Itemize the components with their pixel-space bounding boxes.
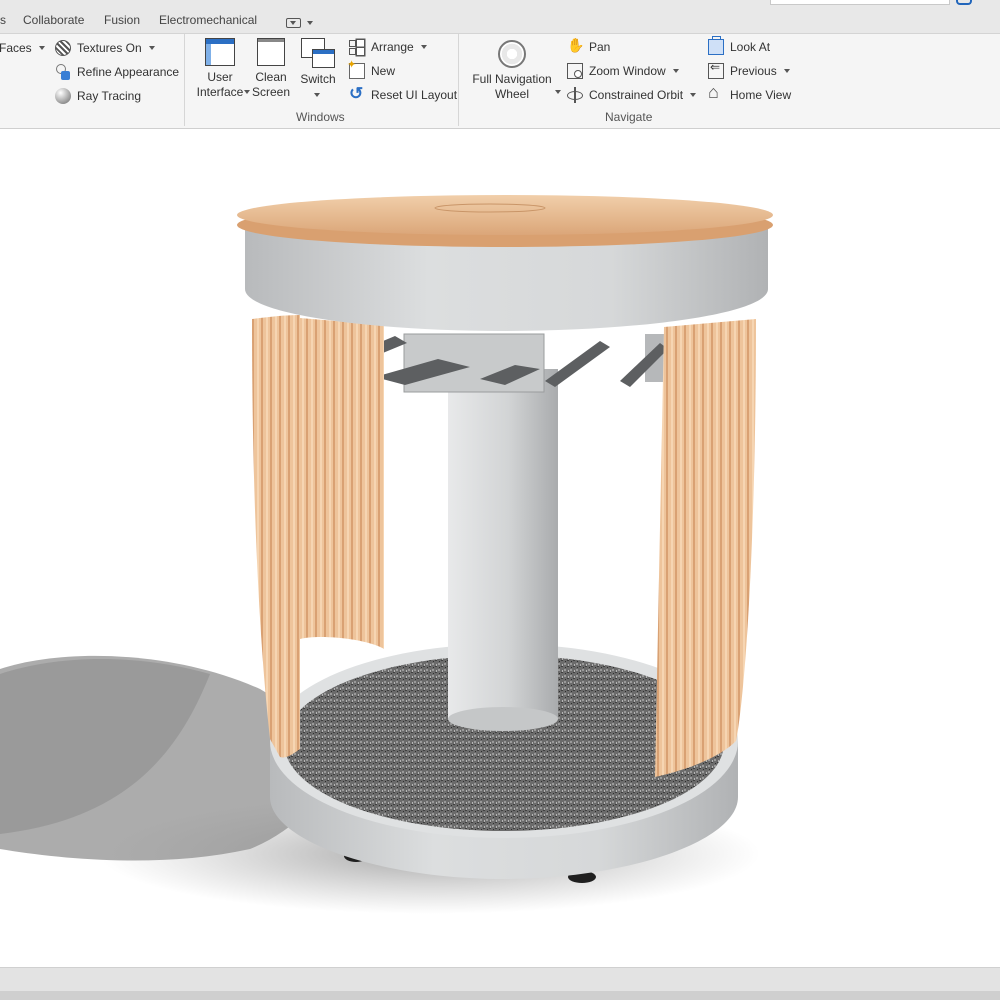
clean-screen-label-2: Screen xyxy=(251,85,291,99)
search-input[interactable] xyxy=(770,0,950,5)
look-at-icon xyxy=(708,36,724,55)
textures-icon xyxy=(55,40,71,56)
chevron-down-icon xyxy=(314,93,320,97)
previous-view-label: Previous xyxy=(730,64,777,78)
look-at-label: Look At xyxy=(730,40,771,54)
clean-screen-button[interactable]: Clean Screen xyxy=(250,38,292,100)
chevron-down-icon xyxy=(690,93,697,97)
center-pole xyxy=(448,369,558,731)
chevron-down-icon xyxy=(148,46,155,50)
status-bar xyxy=(0,967,1000,992)
reset-ui-layout-button[interactable]: Reset UI Layout xyxy=(349,84,458,104)
panel-divider xyxy=(458,34,459,126)
reset-layout-icon xyxy=(349,84,365,104)
new-window-button[interactable]: New xyxy=(347,58,396,80)
windows-panel-title: Windows xyxy=(296,110,345,124)
ray-tracing-icon xyxy=(55,88,71,104)
ray-tracing-label: Ray Tracing xyxy=(77,89,142,103)
textures-label: Textures On xyxy=(77,41,142,55)
reset-ui-layout-label: Reset UI Layout xyxy=(371,88,458,102)
pan-label: Pan xyxy=(589,40,611,54)
chevron-down-icon xyxy=(307,20,314,25)
navigation-wheel-icon xyxy=(498,40,526,68)
wood-panel-right xyxy=(655,319,756,777)
faces-dropdown[interactable]: Faces xyxy=(0,39,45,57)
zoom-window-label: Zoom Window xyxy=(589,64,666,78)
tab-partial[interactable]: s xyxy=(0,13,6,27)
user-interface-label-1: User xyxy=(207,70,233,84)
user-interface-label-2: Interface xyxy=(196,85,244,99)
panel-divider xyxy=(184,34,185,126)
arrange-icon xyxy=(349,39,365,55)
clean-screen-icon xyxy=(257,38,285,66)
user-interface-icon xyxy=(205,38,235,66)
chevron-down-icon xyxy=(420,45,427,49)
tab-electromechanical[interactable]: Electromechanical xyxy=(159,13,257,27)
ribbon-panel: Faces Textures On Refine Appearance Ray … xyxy=(0,34,1000,129)
home-view-label: Home View xyxy=(730,88,792,102)
ribbon-tab-bar: s Collaborate Fusion Electromechanical xyxy=(0,0,1000,34)
search-icon[interactable] xyxy=(956,0,972,5)
ray-tracing-button[interactable]: Ray Tracing xyxy=(55,87,141,105)
pan-button[interactable]: Pan xyxy=(567,37,611,56)
constrained-orbit-dropdown[interactable]: Constrained Orbit xyxy=(567,86,697,104)
previous-view-icon xyxy=(708,60,724,79)
refine-appearance-button[interactable]: Refine Appearance xyxy=(55,63,179,81)
chevron-down-icon xyxy=(38,46,45,50)
new-window-label: New xyxy=(371,64,396,78)
panel-toggle-icon xyxy=(286,17,301,28)
arrange-dropdown[interactable]: Arrange xyxy=(349,38,427,56)
pan-icon xyxy=(567,37,584,55)
chevron-down-icon xyxy=(672,69,679,73)
chevron-down-icon xyxy=(555,90,561,94)
constrained-orbit-icon xyxy=(567,87,583,103)
ribbon-display-toggle[interactable] xyxy=(286,15,314,29)
refine-appearance-icon xyxy=(55,64,71,80)
switch-button[interactable]: Switch xyxy=(297,38,339,97)
model-render xyxy=(0,195,773,914)
graphics-viewport[interactable] xyxy=(0,129,1000,967)
clean-screen-label-1: Clean xyxy=(255,70,287,84)
navigation-wheel-label-1: Full Navigation xyxy=(472,72,552,86)
chevron-down-icon xyxy=(783,69,790,73)
navigation-wheel-label-2: Wheel xyxy=(494,87,529,101)
home-view-icon xyxy=(708,82,724,103)
home-view-button[interactable]: Home View xyxy=(708,82,792,104)
user-interface-button[interactable]: User Interface xyxy=(195,38,250,100)
tab-collaborate[interactable]: Collaborate xyxy=(23,13,84,27)
bottom-frame xyxy=(0,991,1000,1000)
constrained-orbit-label: Constrained Orbit xyxy=(589,88,684,102)
tab-fusion[interactable]: Fusion xyxy=(104,13,140,27)
navigate-panel-title: Navigate xyxy=(605,110,653,124)
switch-icon xyxy=(301,38,335,68)
previous-view-dropdown[interactable]: Previous xyxy=(708,60,790,80)
switch-label: Switch xyxy=(300,72,336,86)
refine-appearance-label: Refine Appearance xyxy=(77,65,180,79)
full-navigation-wheel-button[interactable]: Full Navigation Wheel xyxy=(468,40,561,102)
faces-label: Faces xyxy=(0,41,32,55)
new-window-icon xyxy=(347,58,365,79)
arrange-label: Arrange xyxy=(371,40,414,54)
textures-dropdown[interactable]: Textures On xyxy=(55,39,155,57)
zoom-window-dropdown[interactable]: Zoom Window xyxy=(567,62,679,80)
wooden-tabletop xyxy=(237,195,773,247)
zoom-window-icon xyxy=(567,63,583,79)
look-at-button[interactable]: Look At xyxy=(708,36,771,56)
